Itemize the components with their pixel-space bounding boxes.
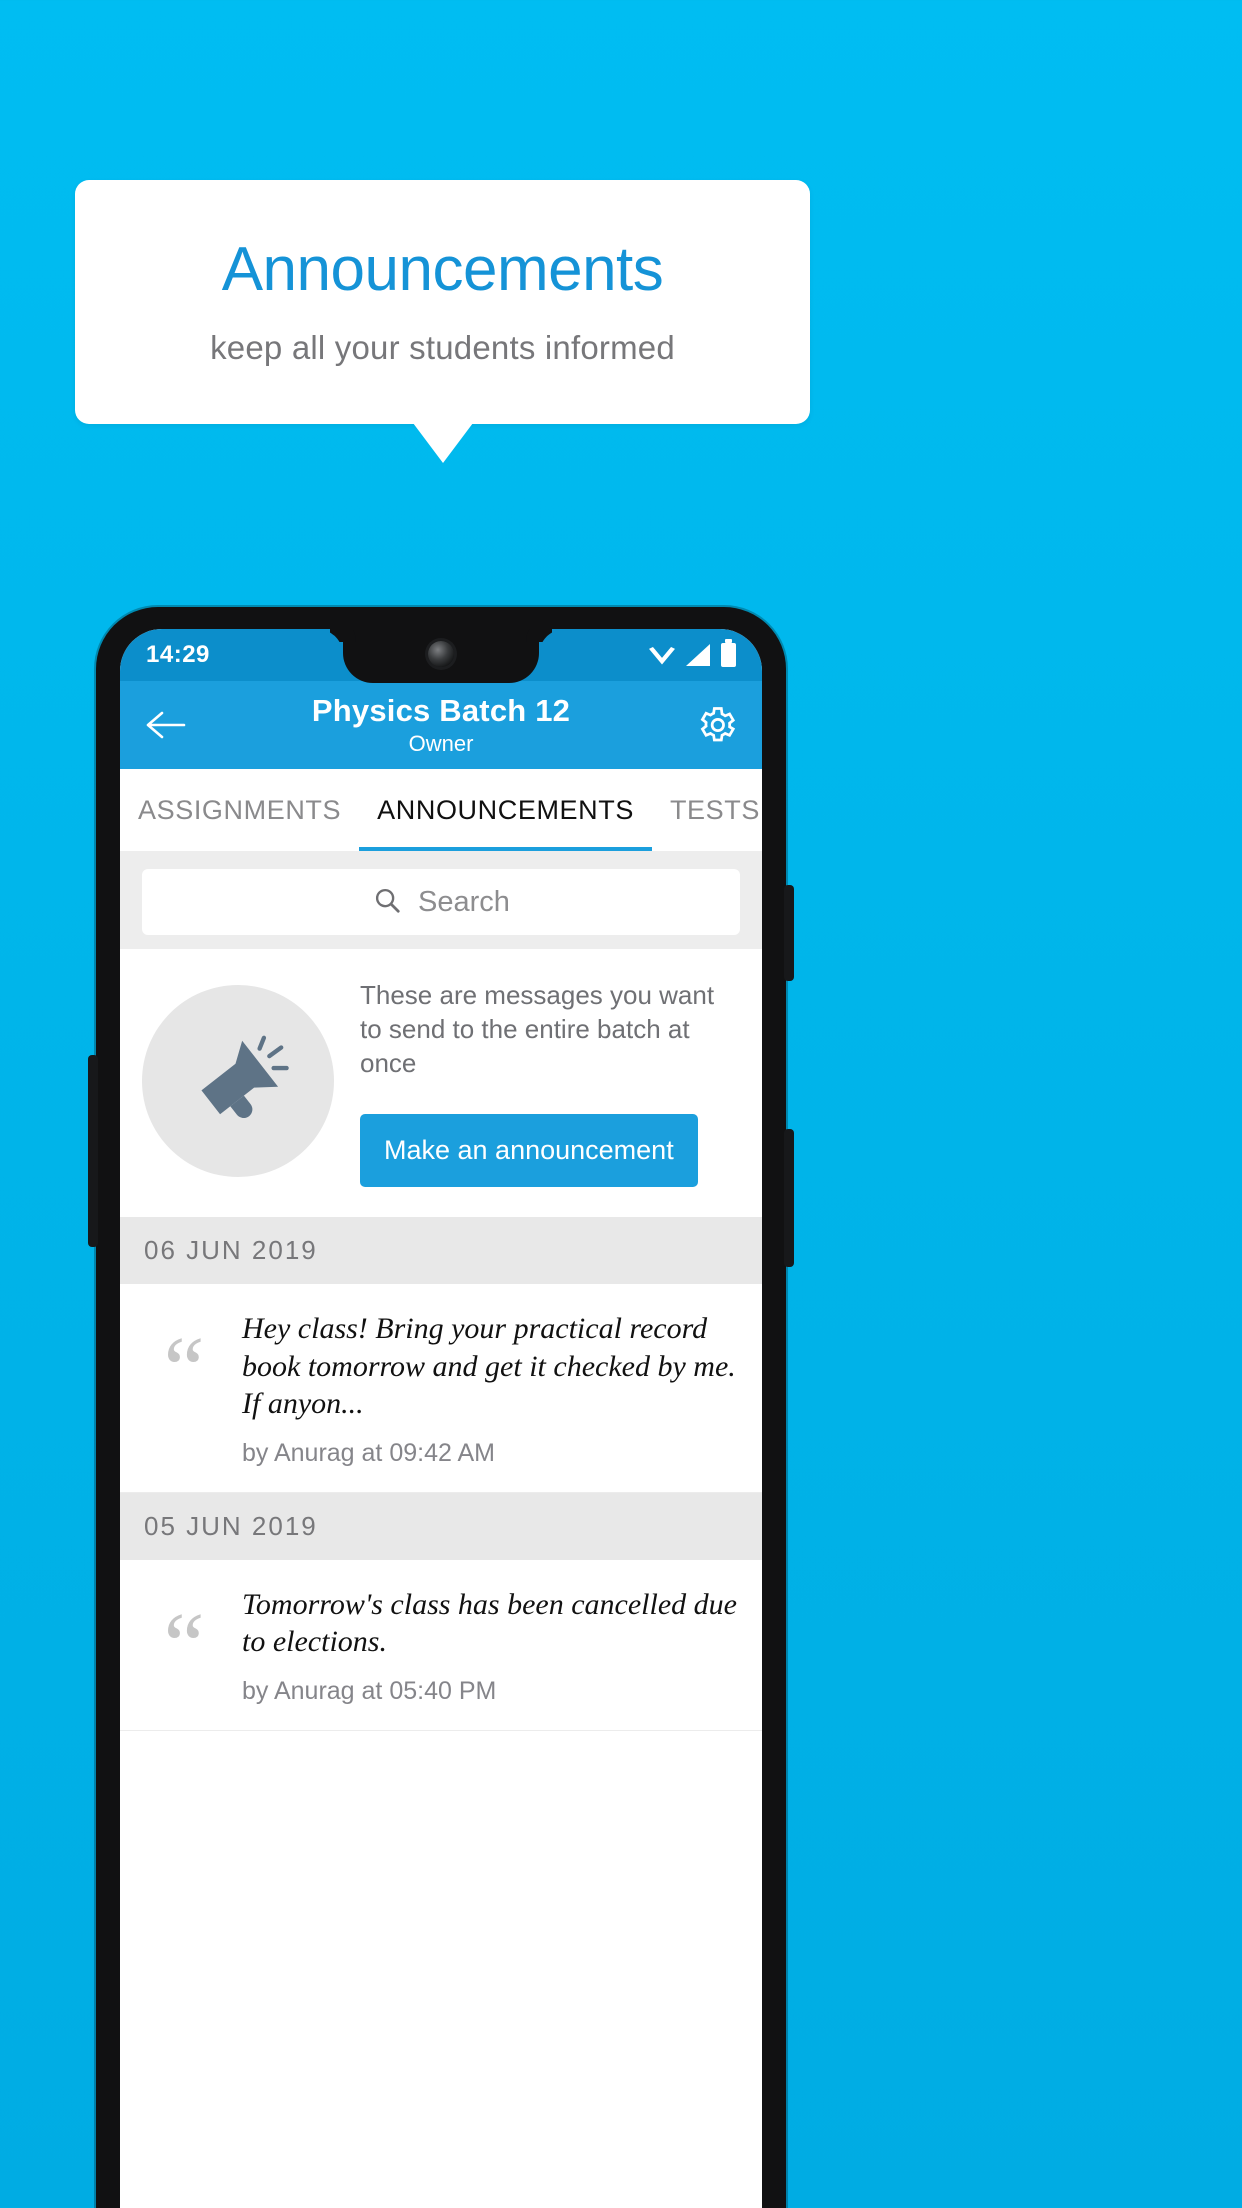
search-input[interactable]: Search [142,869,740,935]
megaphone-icon [142,985,334,1178]
quote-icon: “ [163,1593,205,1696]
announcement-empty-promo: These are messages you want to send to t… [120,949,762,1218]
announcement-text: Tomorrow's class has been cancelled due … [242,1587,737,1659]
battery-icon [721,639,736,667]
front-camera-icon [428,641,454,667]
date-header: 05 JUN 2019 [120,1492,762,1560]
announcement-promo-description: These are messages you want to send to t… [360,980,715,1078]
search-placeholder: Search [418,885,510,918]
phone-power-button[interactable] [784,1129,794,1267]
page-title: Physics Batch 12 [311,693,571,728]
status-bar-icons [649,639,736,667]
search-icon [372,885,402,920]
announcement-list-item[interactable]: “ Tomorrow's class has been cancelled du… [120,1559,762,1731]
make-announcement-button[interactable]: Make an announcement [360,1114,698,1188]
tab-tests[interactable]: TESTS [652,769,762,851]
phone-notch [343,629,539,683]
quote-icon: “ [163,1318,205,1421]
status-bar: 14:29 [120,629,762,683]
phone-screen: 14:29 Physics Batch 12 Owner ASSIGNMENTS… [120,629,762,2208]
app-bar-titles: Physics Batch 12 Owner [120,693,762,757]
announcement-text: Hey class! Bring your practical record b… [242,1312,736,1421]
wifi-icon [649,647,675,665]
promo-callout-card: Announcements keep all your students inf… [75,180,810,424]
announcement-body: Tomorrow's class has been cancelled due … [242,1586,738,1706]
announcement-meta: by Anurag at 09:42 AM [242,1438,495,1467]
phone-volume-button[interactable] [784,885,794,981]
gear-icon[interactable] [690,699,742,751]
search-section: Search [120,851,762,949]
page-subtitle: Owner [408,731,474,756]
signal-icon [686,644,710,666]
date-header: 06 JUN 2019 [120,1217,762,1285]
phone-assistant-button[interactable] [88,1055,98,1247]
tab-assignments[interactable]: ASSIGNMENTS [120,769,359,851]
promo-callout-pointer [413,423,473,463]
announcement-meta: by Anurag at 05:40 PM [242,1676,497,1705]
tab-announcements[interactable]: ANNOUNCEMENTS [359,769,652,851]
promo-subtitle: keep all your students informed [210,328,675,366]
promo-title: Announcements [221,235,664,305]
announcement-promo-body: These are messages you want to send to t… [360,975,740,1188]
announcement-body: Hey class! Bring your practical record b… [242,1310,738,1468]
back-arrow-icon[interactable] [144,703,188,747]
tab-bar[interactable]: ASSIGNMENTS ANNOUNCEMENTS TESTS  [120,769,762,851]
app-bar: Physics Batch 12 Owner [120,681,762,769]
tab-active-indicator [359,847,652,851]
phone-frame: 14:29 Physics Batch 12 Owner ASSIGNMENTS… [88,607,794,2208]
status-bar-time: 14:29 [146,641,210,668]
announcement-list-item[interactable]: “ Hey class! Bring your practical record… [120,1284,762,1493]
